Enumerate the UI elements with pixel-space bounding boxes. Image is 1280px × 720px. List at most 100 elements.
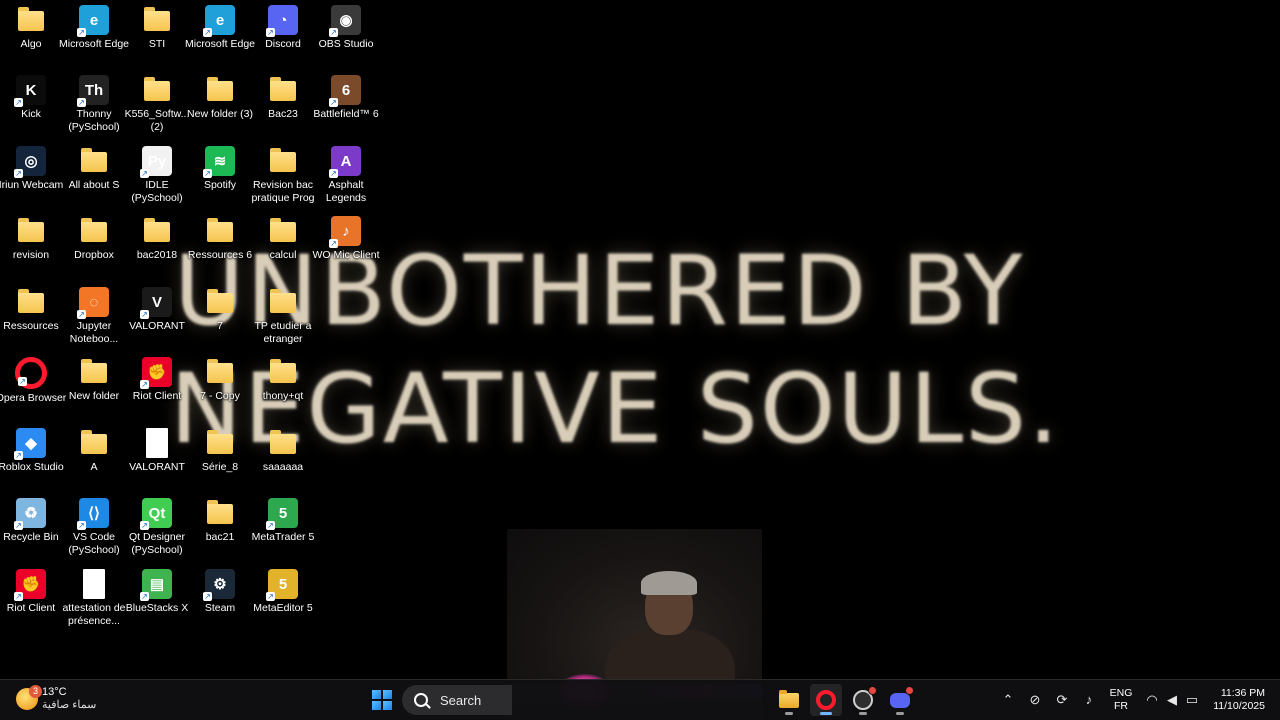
desktop-icon-label: Opera Browser [0,392,67,404]
desktop-icon[interactable]: All about S [63,146,125,192]
desktop-icon[interactable]: Ressources 6 [188,216,252,262]
desktop-icon-label: VS Code (PySchool) [68,531,120,556]
desktop-icon-label: Jupyter Noteboo... [69,320,119,345]
desktop-icon[interactable]: A [63,428,125,474]
discord-icon: ◔ ↗ [266,5,298,37]
microphone-icon[interactable]: ♪ [1079,690,1099,710]
desktop-icon[interactable]: VALORANT [126,428,188,474]
language-indicator[interactable]: ENG FR [1108,687,1134,713]
language-secondary: FR [1114,700,1128,712]
desktop-icon[interactable]: K ↗ Kick [0,75,62,121]
desktop-icon[interactable]: Série_8 [189,428,251,474]
folder-icon [270,359,296,383]
start-button[interactable] [369,687,395,713]
taskbar-file-explorer[interactable] [773,684,805,716]
desktop-icon-label: New folder (3) [187,108,253,120]
desktop-icon[interactable]: 5 ↗ MetaEditor 5 [252,569,314,615]
desktop-icon-label: K556_Softw... (2) [124,108,190,133]
taskbar-discord[interactable] [884,684,916,716]
desktop-icon[interactable]: ◆ ↗ Roblox Studio [0,428,64,474]
desktop-icon[interactable]: New folder (3) [187,75,253,121]
desktop-icon[interactable]: ⟨⟩ ↗ VS Code (PySchool) [63,498,125,557]
riot-client-icon: ✊ ↗ [140,357,172,389]
desktop-icon[interactable]: 5 ↗ MetaTrader 5 [252,498,314,544]
desktop-icon[interactable]: ↗ Opera Browser [0,357,66,405]
desktop-icon-label: BlueStacks X [125,602,189,614]
desktop-icon[interactable]: ✊ ↗ Riot Client [126,357,188,403]
desktop-icon[interactable]: ≋ ↗ Spotify [189,146,251,192]
desktop-icon-label: Thonny (PySchool) [68,108,120,133]
webcam-icon: ◎ ↗ [14,146,46,178]
desktop-icon-label: IDLE (PySchool) [131,179,183,204]
desktop-icon[interactable]: attestation de présence... [62,569,126,628]
desktop-icon[interactable]: thony+qt [252,357,314,403]
desktop-icon[interactable]: Py ↗ IDLE (PySchool) [126,146,188,205]
desktop-icon[interactable]: 7 - Copy [189,357,251,403]
weather-moon-icon: 3 [16,685,42,710]
wifi-icon[interactable]: ◠ [1142,690,1162,710]
desktop-icon[interactable]: K556_Softw... (2) [125,75,189,134]
desktop-icon[interactable]: 7 [189,287,251,333]
weather-condition: سماء صافية [42,699,97,711]
vscode-icon: ⟨⟩ ↗ [77,498,109,530]
folder-icon [270,218,296,242]
desktop-icon-label: 7 [217,320,223,332]
desktop-icon[interactable]: A ↗ Asphalt Legends [315,146,377,205]
sync-icon[interactable]: ⟳ [1052,690,1072,710]
desktop-icon-label: Spotify [203,179,237,191]
desktop-icon[interactable]: bac2018 [126,216,188,262]
desktop-icon-label: Ressources 6 [187,249,253,261]
desktop-icon[interactable]: Th ↗ Thonny (PySchool) [63,75,125,134]
folder-icon [144,77,170,101]
weather-badge: 3 [29,685,42,698]
desktop-icon[interactable]: Ressources [0,287,62,333]
desktop-icon[interactable]: calcul [252,216,314,262]
taskbar-opera[interactable] [810,684,842,716]
file-explorer-icon [779,689,799,708]
desktop-icon[interactable]: ✊ ↗ Riot Client [0,569,62,615]
desktop-icon[interactable]: ▤ ↗ BlueStacks X [126,569,188,615]
desktop-icon[interactable]: saaaaaa [252,428,314,474]
chevron-up-icon[interactable]: ⌃ [998,690,1018,710]
desktop-icon-label: New folder [68,390,120,402]
folder-icon [18,218,44,242]
desktop-icon[interactable]: revision [0,216,62,262]
desktop-icon[interactable]: New folder [63,357,125,403]
desktop-icon[interactable]: TP etudier a etranger [252,287,314,346]
desktop-icon[interactable]: ⚙ ↗ Steam [189,569,251,615]
desktop-icon[interactable]: e ↗ Microsoft Edge [59,5,129,51]
desktop-icon[interactable]: ◉ ↗ OBS Studio [315,5,377,51]
desktop-icon-label: A [90,461,98,473]
desktop-icon[interactable]: Revision bac pratique Prog [251,146,315,205]
clock[interactable]: 11:36 PM 11/10/2025 [1205,687,1265,713]
document-icon [146,428,168,458]
battery-icon[interactable]: ▭ [1182,690,1202,710]
taskbar-search[interactable]: Search [402,685,512,715]
recycle-bin-icon: ♻ ↗ [14,498,46,530]
desktop-icon[interactable]: ◔ ↗ Discord [252,5,314,51]
desktop-icon[interactable]: ♻ ↗ Recycle Bin [0,498,62,544]
camera-off-icon[interactable]: ⊘ [1025,690,1045,710]
desktop-icon[interactable]: ♪ ↗ WO Mic Client [312,216,380,262]
desktop-icon[interactable]: e ↗ Microsoft Edge [185,5,255,51]
desktop-icon[interactable]: Bac23 [252,75,314,121]
riot-client-icon: ✊ ↗ [14,569,46,601]
desktop-icon[interactable]: V ↗ VALORANT [126,287,188,333]
desktop-icon[interactable]: Dropbox [63,216,125,262]
desktop-icon-label: Roblox Studio [0,461,64,473]
desktop-icon[interactable]: Algo [0,5,62,51]
desktop-icon[interactable]: 6 ↗ Battlefield™ 6 [313,75,379,121]
volume-icon[interactable]: ◀ [1162,690,1182,710]
desktop-icon[interactable]: ◌ ↗ Jupyter Noteboo... [63,287,125,346]
desktop-icon-label: Dropbox [74,249,114,261]
desktop-icon[interactable]: ◎ ↗ Iriun Webcam [0,146,63,192]
folder-icon [18,289,44,313]
weather-widget[interactable]: 3 13°C سماء صافية [16,685,97,712]
taskbar-obs[interactable] [847,684,879,716]
desktop-icon[interactable]: bac21 [189,498,251,544]
desktop-icon-label: Iriun Webcam [0,179,64,191]
desktop-icon[interactable]: Qt ↗ Qt Designer (PySchool) [126,498,188,557]
desktop-icon-label: VALORANT [129,461,185,473]
desktop-icon[interactable]: STI [126,5,188,51]
folder-icon [270,77,296,101]
